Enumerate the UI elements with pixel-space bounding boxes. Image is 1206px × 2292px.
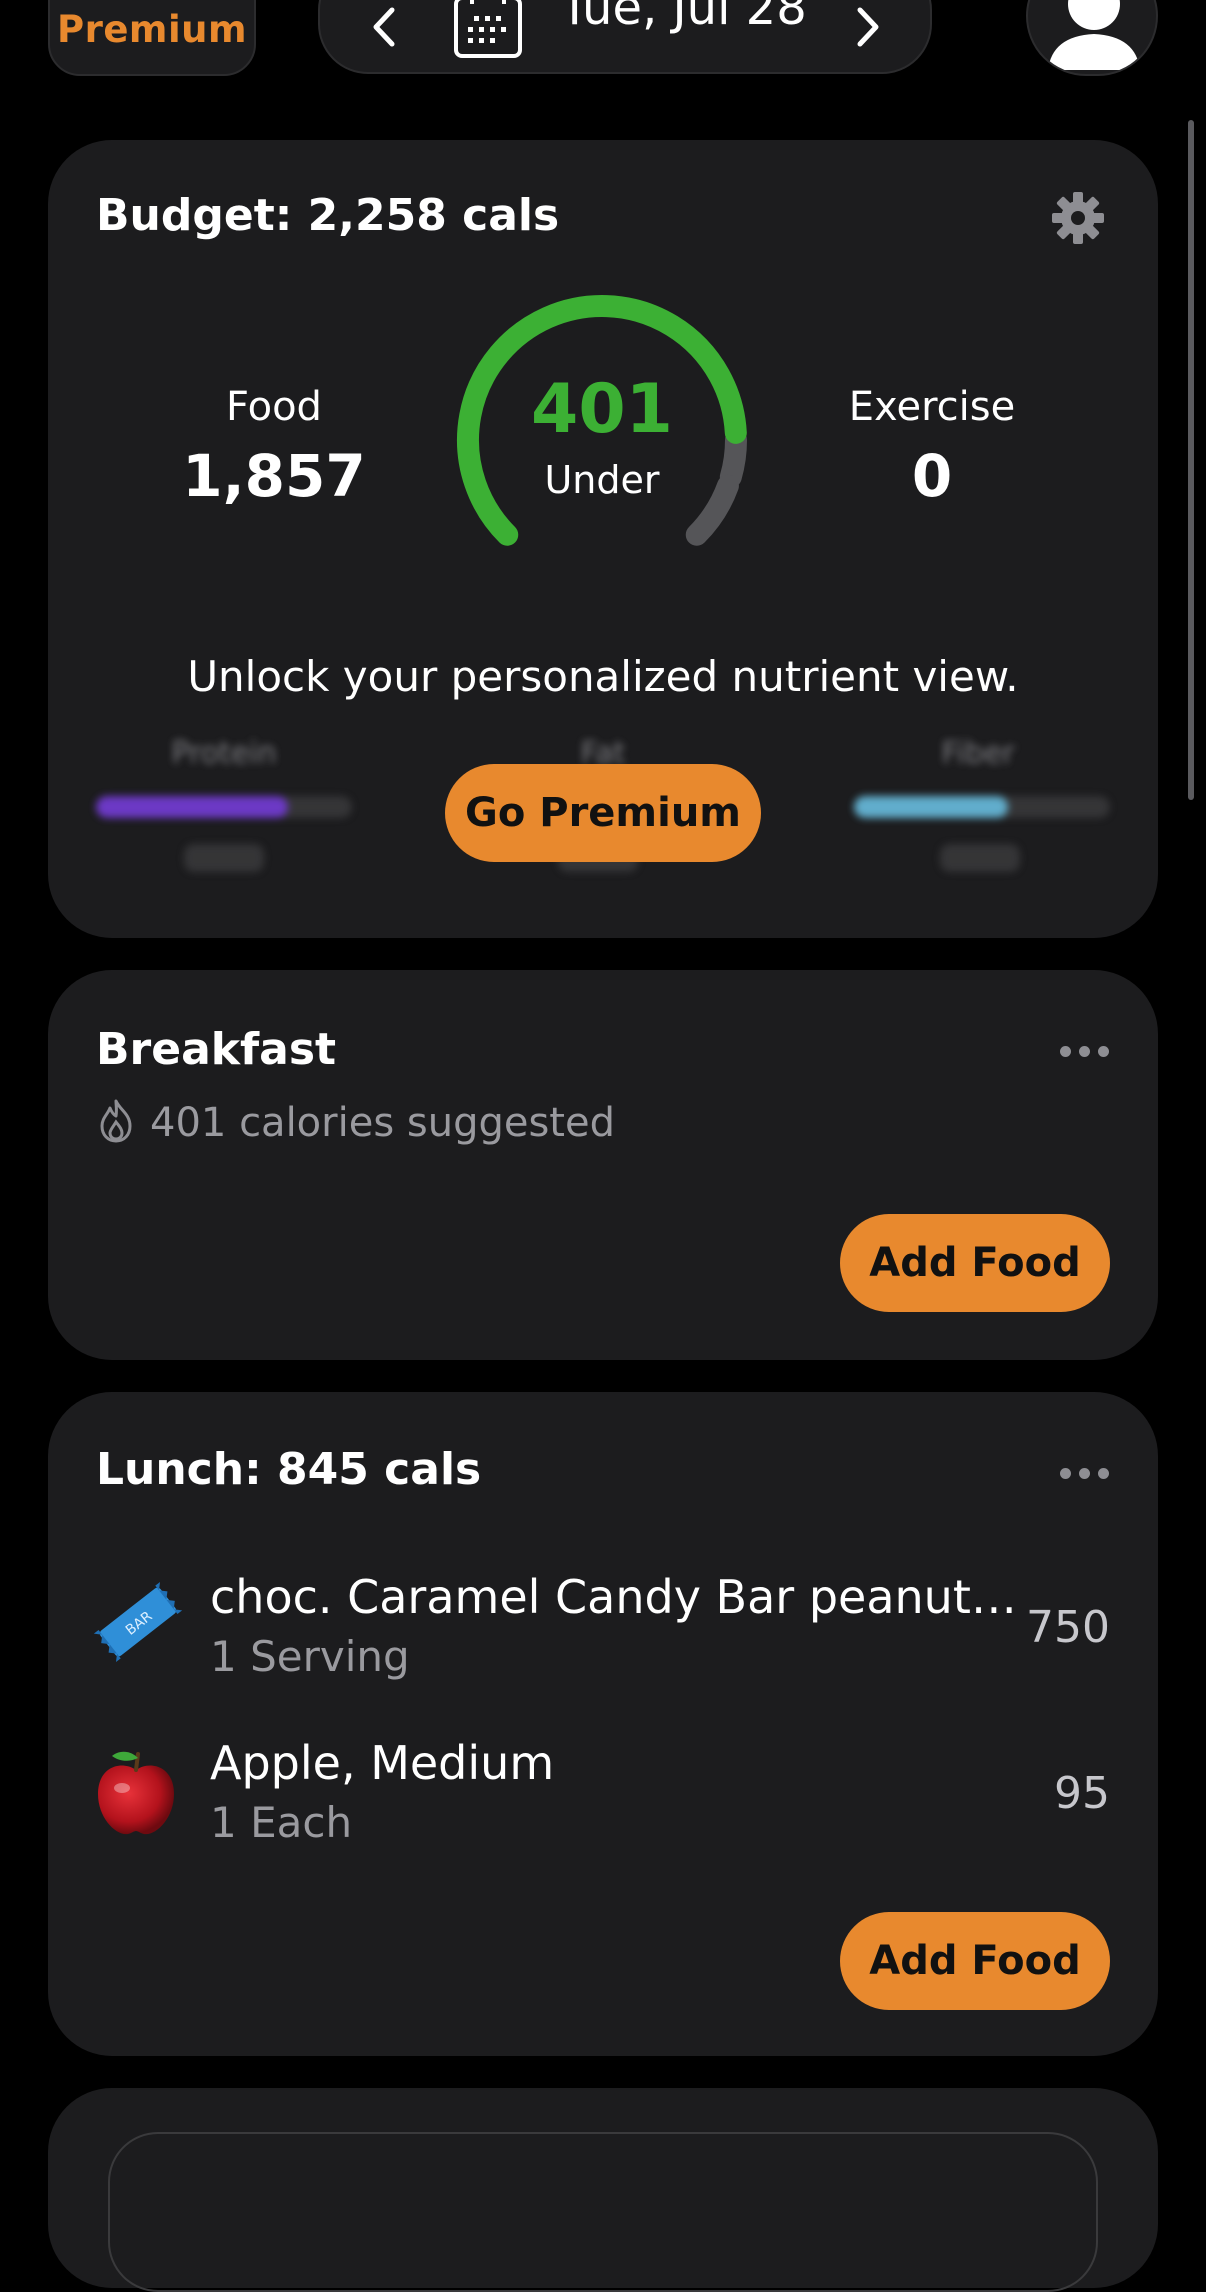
more-options-icon[interactable] xyxy=(1060,1044,1110,1058)
chevron-left-icon[interactable] xyxy=(364,2,404,52)
nutrient-name: Fiber xyxy=(941,736,1015,771)
chevron-right-icon[interactable] xyxy=(848,2,888,52)
food-serving: 1 Each xyxy=(210,1798,353,1847)
go-premium-button[interactable]: Go Premium xyxy=(445,764,761,862)
flame-icon xyxy=(100,1099,132,1143)
lunch-title: Lunch: 845 cals xyxy=(96,1444,482,1495)
lunch-card: Lunch: 845 cals BAR choc. Caramel Candy … xyxy=(48,1392,1158,2056)
premium-label: Premium xyxy=(56,8,248,51)
food-calories: 95 xyxy=(1054,1768,1110,1819)
nutrient-bar-fill xyxy=(96,796,288,818)
remaining-value: 401 xyxy=(531,370,673,449)
food-label: Food xyxy=(226,384,322,430)
more-options-icon[interactable] xyxy=(1060,1466,1110,1480)
budget-card: Budget: 2,258 cals Food 1,857 401 Under … xyxy=(48,140,1158,938)
add-food-button[interactable]: Add Food xyxy=(840,1912,1110,2010)
food-value: 1,857 xyxy=(182,442,366,510)
food-name: Apple, Medium xyxy=(210,1736,555,1790)
add-food-button[interactable]: Add Food xyxy=(840,1214,1110,1312)
breakfast-title: Breakfast xyxy=(96,1024,337,1075)
nutrient-amount-placeholder xyxy=(184,844,264,872)
food-entry[interactable]: BAR choc. Caramel Candy Bar peanut… 1 Se… xyxy=(48,1552,1158,1692)
calories-suggested: 401 calories suggested xyxy=(150,1100,615,1146)
scrollbar[interactable] xyxy=(1188,120,1194,800)
apple-icon xyxy=(98,1751,174,1835)
breakfast-card: Breakfast 401 calories suggested Add Foo… xyxy=(48,970,1158,1360)
candy-bar-icon: BAR xyxy=(93,1581,183,1663)
food-calories: 750 xyxy=(1026,1602,1110,1653)
dinner-card xyxy=(48,2088,1158,2292)
food-name: choc. Caramel Candy Bar peanut… xyxy=(210,1570,1017,1624)
person-icon xyxy=(1048,0,1140,70)
nutrient-bar-fill xyxy=(854,796,1008,818)
profile-button[interactable] xyxy=(1026,0,1158,76)
nutrient-bar-fiber xyxy=(854,796,1110,818)
nutrient-name: Protein xyxy=(171,736,277,771)
next-card-inner xyxy=(108,2132,1098,2292)
exercise-label: Exercise xyxy=(848,384,1016,430)
gear-icon[interactable] xyxy=(1050,190,1106,246)
nutrient-amount-placeholder xyxy=(940,844,1020,872)
date-selector: Tue, Jul 28 xyxy=(318,0,932,74)
premium-button[interactable]: Premium xyxy=(48,0,256,76)
calendar-icon[interactable] xyxy=(452,0,524,60)
budget-title: Budget: 2,258 cals xyxy=(96,190,560,241)
exercise-value: 0 xyxy=(911,442,953,510)
date-label[interactable]: Tue, Jul 28 xyxy=(560,0,807,36)
unlock-text: Unlock your personalized nutrient view. xyxy=(187,652,1019,701)
nutrient-bar-protein xyxy=(96,796,352,818)
remaining-label: Under xyxy=(544,458,660,502)
food-entry[interactable]: Apple, Medium 1 Each 95 xyxy=(48,1726,1158,1866)
food-serving: 1 Serving xyxy=(210,1632,410,1681)
